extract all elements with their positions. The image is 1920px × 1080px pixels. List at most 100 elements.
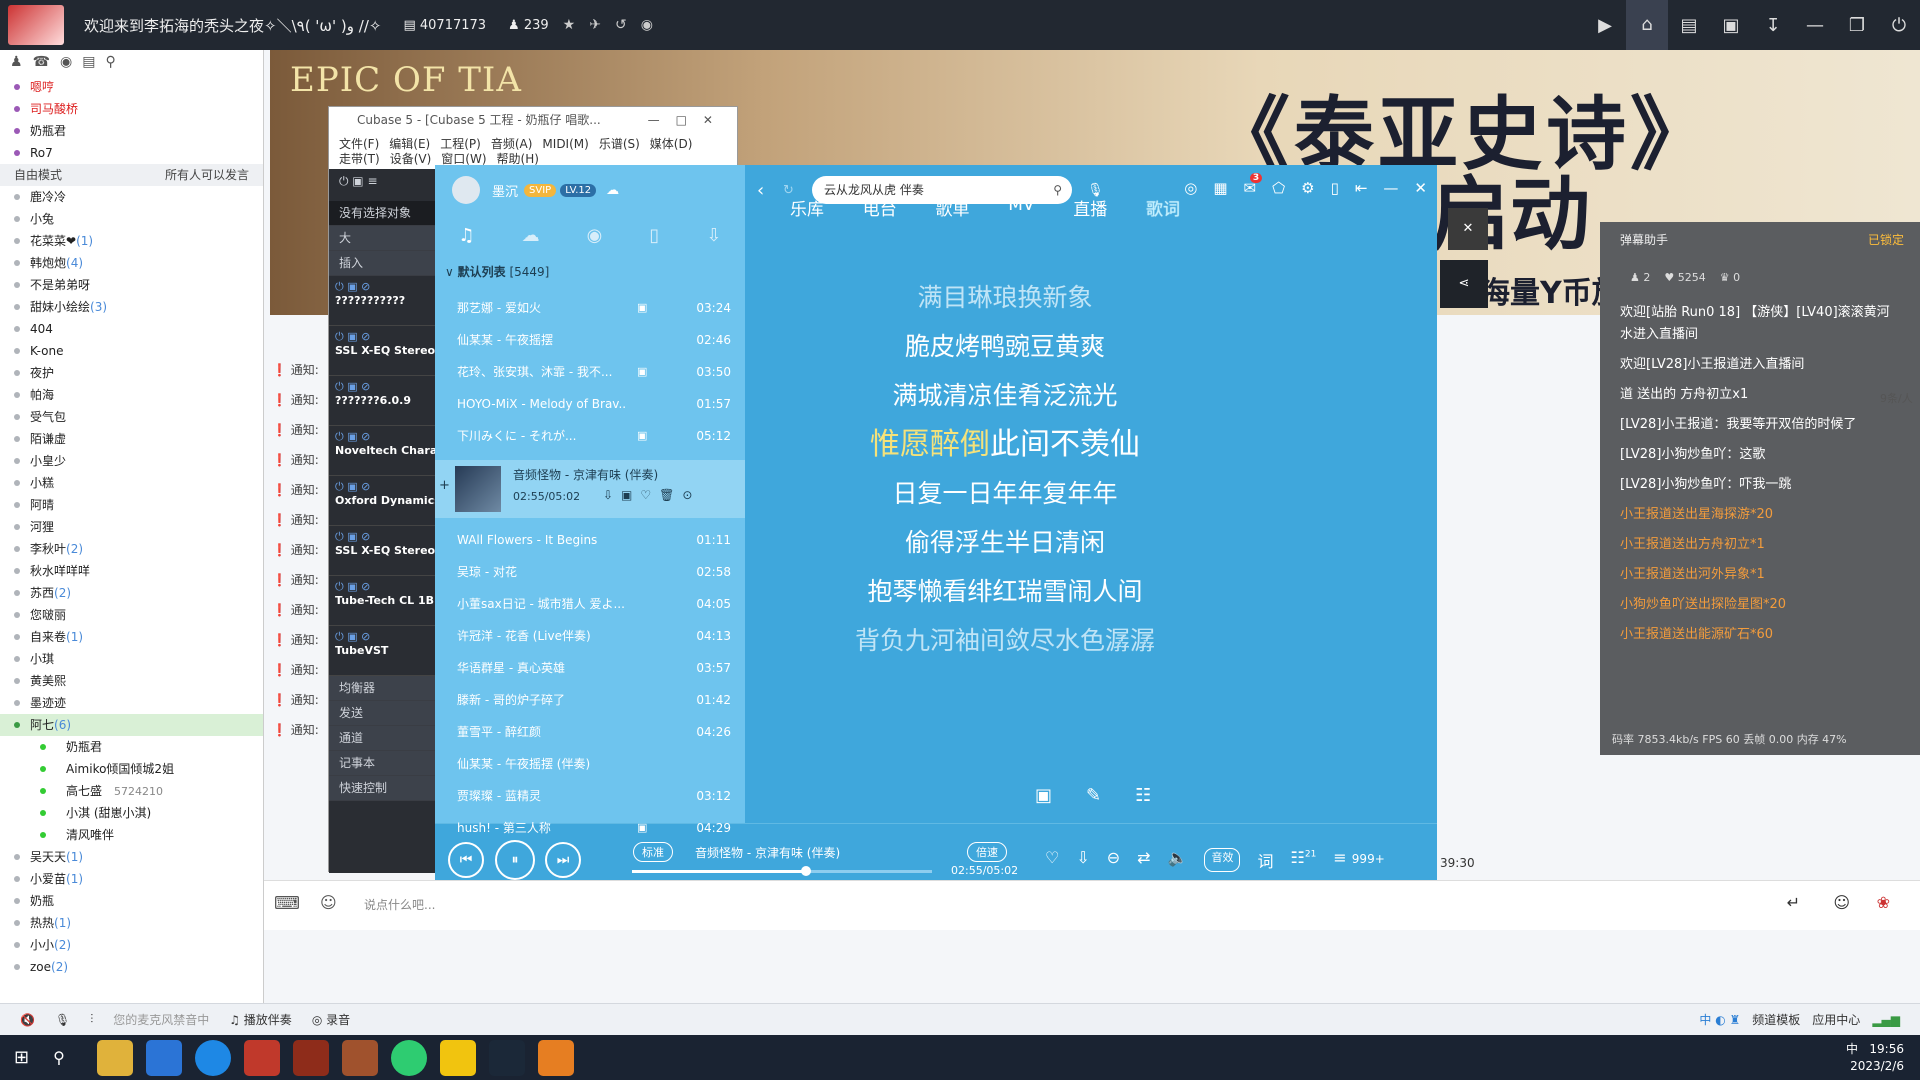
inspector-section[interactable]: 均衡器	[329, 676, 437, 701]
user-item[interactable]: 花菜菜❤(1)	[0, 230, 263, 252]
comment-icon[interactable]: ☷21	[1291, 848, 1317, 872]
mail-icon[interactable]: ✉ 3	[1244, 173, 1263, 197]
user-item[interactable]: 奶瓶	[0, 890, 263, 912]
song-row[interactable]: 董雪平 - 醉红颜 04:26	[435, 719, 745, 745]
plugin-controls[interactable]: ⏻ ▣ ⊘	[335, 530, 431, 544]
steam-icon[interactable]	[488, 1039, 525, 1076]
download-icon[interactable]: ↧	[1752, 15, 1794, 36]
back-icon[interactable]: ‹	[757, 180, 764, 201]
browser-icon[interactable]	[194, 1039, 231, 1076]
plugin-slot[interactable]: ⏻ ▣ ⊘ Tube-Tech CL 1B	[329, 576, 437, 626]
pause-button[interactable]: ⏸	[495, 840, 535, 880]
song-row[interactable]: WAll Flowers - It Begins 01:11	[435, 527, 745, 553]
plane-icon[interactable]: ✈	[589, 17, 601, 33]
inspector-section[interactable]: 发送	[329, 701, 437, 726]
plugin-slot[interactable]: ⏻ ▣ ⊘ Oxford Dynamics	[329, 476, 437, 526]
mini-mode-icon[interactable]: ▯	[1331, 179, 1339, 197]
plugin-slot[interactable]: ⏻ ▣ ⊘???????????	[329, 276, 437, 326]
nav-tab[interactable]: 歌单	[935, 195, 969, 220]
menu-item[interactable]: 音频(A)	[491, 137, 533, 151]
user-item[interactable]: 鹿冷冷	[0, 186, 263, 208]
translate-icon[interactable]: ☺	[320, 893, 337, 912]
location-icon[interactable]: ◉	[60, 54, 72, 72]
speak-mode-select[interactable]: 自由模式	[14, 164, 62, 186]
plugin-controls[interactable]: ⏻ ▣ ⊘	[335, 630, 431, 644]
song-row[interactable]: 小董sax日记 - 城市猎人 爱よ... 04:05	[435, 591, 745, 617]
plugin-controls[interactable]: ⏻ ▣ ⊘	[335, 380, 431, 394]
user-item[interactable]: 司马酸桥	[0, 98, 263, 120]
nav-tab[interactable]: 乐库	[790, 195, 824, 220]
song-row[interactable]: 华语群星 - 真心英雄 03:57	[435, 655, 745, 681]
app-center-button[interactable]: 应用中心	[1812, 1011, 1860, 1028]
user-item[interactable]: 秋水咩咩咩	[0, 560, 263, 582]
default-list-header[interactable]: ∨ 默认列表 [5449]	[435, 257, 745, 287]
song-row[interactable]: 滕新 - 哥的炉子碎了 01:42	[435, 687, 745, 713]
group-member[interactable]: 高七盛 5724210	[0, 780, 263, 802]
tab-cloud-icon[interactable]: ☁	[522, 225, 540, 246]
nav-tab[interactable]: 直播	[1073, 195, 1107, 220]
user-item[interactable]: Ro7	[0, 142, 263, 164]
mv-icon[interactable]: ▣	[637, 423, 647, 449]
user-item[interactable]: 404	[0, 318, 263, 340]
user-item[interactable]: 夜护	[0, 362, 263, 384]
mv-icon[interactable]: ▣	[637, 359, 647, 385]
plugin-slot[interactable]: ⏻ ▣ ⊘ SSL X-EQ Stereo	[329, 526, 437, 576]
cubase-icon[interactable]	[243, 1039, 280, 1076]
user-item[interactable]: K-one	[0, 340, 263, 362]
nav-tab[interactable]: 歌词	[1146, 195, 1180, 220]
video-icon[interactable]: ▶	[1584, 15, 1626, 36]
song-row[interactable]: 花玲、张安琪、沐霏 - 我不... ▣ 03:50	[435, 359, 745, 385]
lyric-comment-icon[interactable]: ☷	[1135, 785, 1151, 806]
apps-icon[interactable]: ▦	[1213, 179, 1227, 197]
user-item[interactable]: 嗯哼	[0, 76, 263, 98]
like-icon[interactable]: ♡	[1045, 848, 1059, 872]
search-icon[interactable]: ⚲	[53, 1048, 65, 1067]
group-member[interactable]: Aimiko倾国倾城2姐	[0, 758, 263, 780]
target-icon[interactable]: ◎	[1184, 179, 1197, 197]
user-item[interactable]: 苏西(2)	[0, 582, 263, 604]
row-actions[interactable]: ⇩▣♡🗑⊙	[603, 488, 700, 502]
lyric-mode-icon[interactable]: ▣	[1035, 785, 1052, 806]
volume-icon[interactable]: 🔈	[1168, 848, 1188, 872]
song-row[interactable]: 许冠洋 - 花香 (Live伴奏) 04:13	[435, 623, 745, 649]
plugin-controls[interactable]: ⏻ ▣ ⊘	[335, 580, 431, 594]
user-item[interactable]: 小糕	[0, 472, 263, 494]
user-item[interactable]: 甜妹小绘绘(3)	[0, 296, 263, 318]
plugin-controls[interactable]: ⏻ ▣ ⊘	[335, 480, 431, 494]
minimize-icon[interactable]: —	[1794, 15, 1836, 36]
user-item[interactable]: 韩炮炮(4)	[0, 252, 263, 274]
user-name[interactable]: 墨沉	[492, 181, 518, 200]
ime-tray[interactable]: 中	[1846, 1042, 1858, 1056]
plugin-controls[interactable]: ⏻ ▣ ⊘	[335, 430, 431, 444]
user-item[interactable]: 奶瓶君	[0, 120, 263, 142]
tab-radio-icon[interactable]: ◉	[587, 225, 603, 246]
user-item[interactable]: zoe(2)	[0, 956, 263, 978]
skin-icon[interactable]: ⬠	[1272, 179, 1285, 197]
template-button[interactable]: 频道模板	[1752, 1011, 1800, 1028]
effect-button[interactable]: 音效	[1204, 848, 1241, 872]
previous-button[interactable]: ⏮	[448, 842, 484, 878]
user-item[interactable]: 小兔	[0, 208, 263, 230]
progress-bar[interactable]	[632, 866, 932, 876]
gamepad-icon[interactable]: ⌨	[274, 893, 300, 914]
mic-mute-icon[interactable]: 🎙	[55, 1013, 70, 1027]
mixer-icon[interactable]: ⫶	[90, 1012, 93, 1027]
system-tray[interactable]: 中 19:56 2023/2/6	[1846, 1041, 1904, 1075]
user-icon[interactable]: ♟	[10, 54, 23, 72]
user-item[interactable]: 小琪	[0, 648, 263, 670]
favorite-icon[interactable]: ★	[563, 17, 576, 33]
song-row[interactable]: 那艺娜 - 爱如火 ▣ 03:24	[435, 295, 745, 321]
progress-handle[interactable]	[801, 866, 811, 876]
inspector-section[interactable]: 快速控制	[329, 776, 437, 801]
plugin-slot[interactable]: ⏻ ▣ ⊘ ???????6.0.9	[329, 376, 437, 426]
speak-mode-bar[interactable]: 自由模式 所有人可以发言	[0, 164, 263, 186]
yy-icon[interactable]	[439, 1039, 476, 1076]
user-item[interactable]: 您啵丽	[0, 604, 263, 626]
song-row[interactable]: HOYO-MiX - Melody of Brav... 01:57	[435, 391, 745, 417]
user-item[interactable]: 墨迹迹	[0, 692, 263, 714]
song-row[interactable]: 吴琼 - 对花 02:58	[435, 559, 745, 585]
user-item[interactable]: 阿晴	[0, 494, 263, 516]
minimize-icon[interactable]: —	[1383, 179, 1398, 197]
power-icon[interactable]: ⏻	[1878, 15, 1920, 36]
add-icon[interactable]: +	[439, 478, 450, 493]
